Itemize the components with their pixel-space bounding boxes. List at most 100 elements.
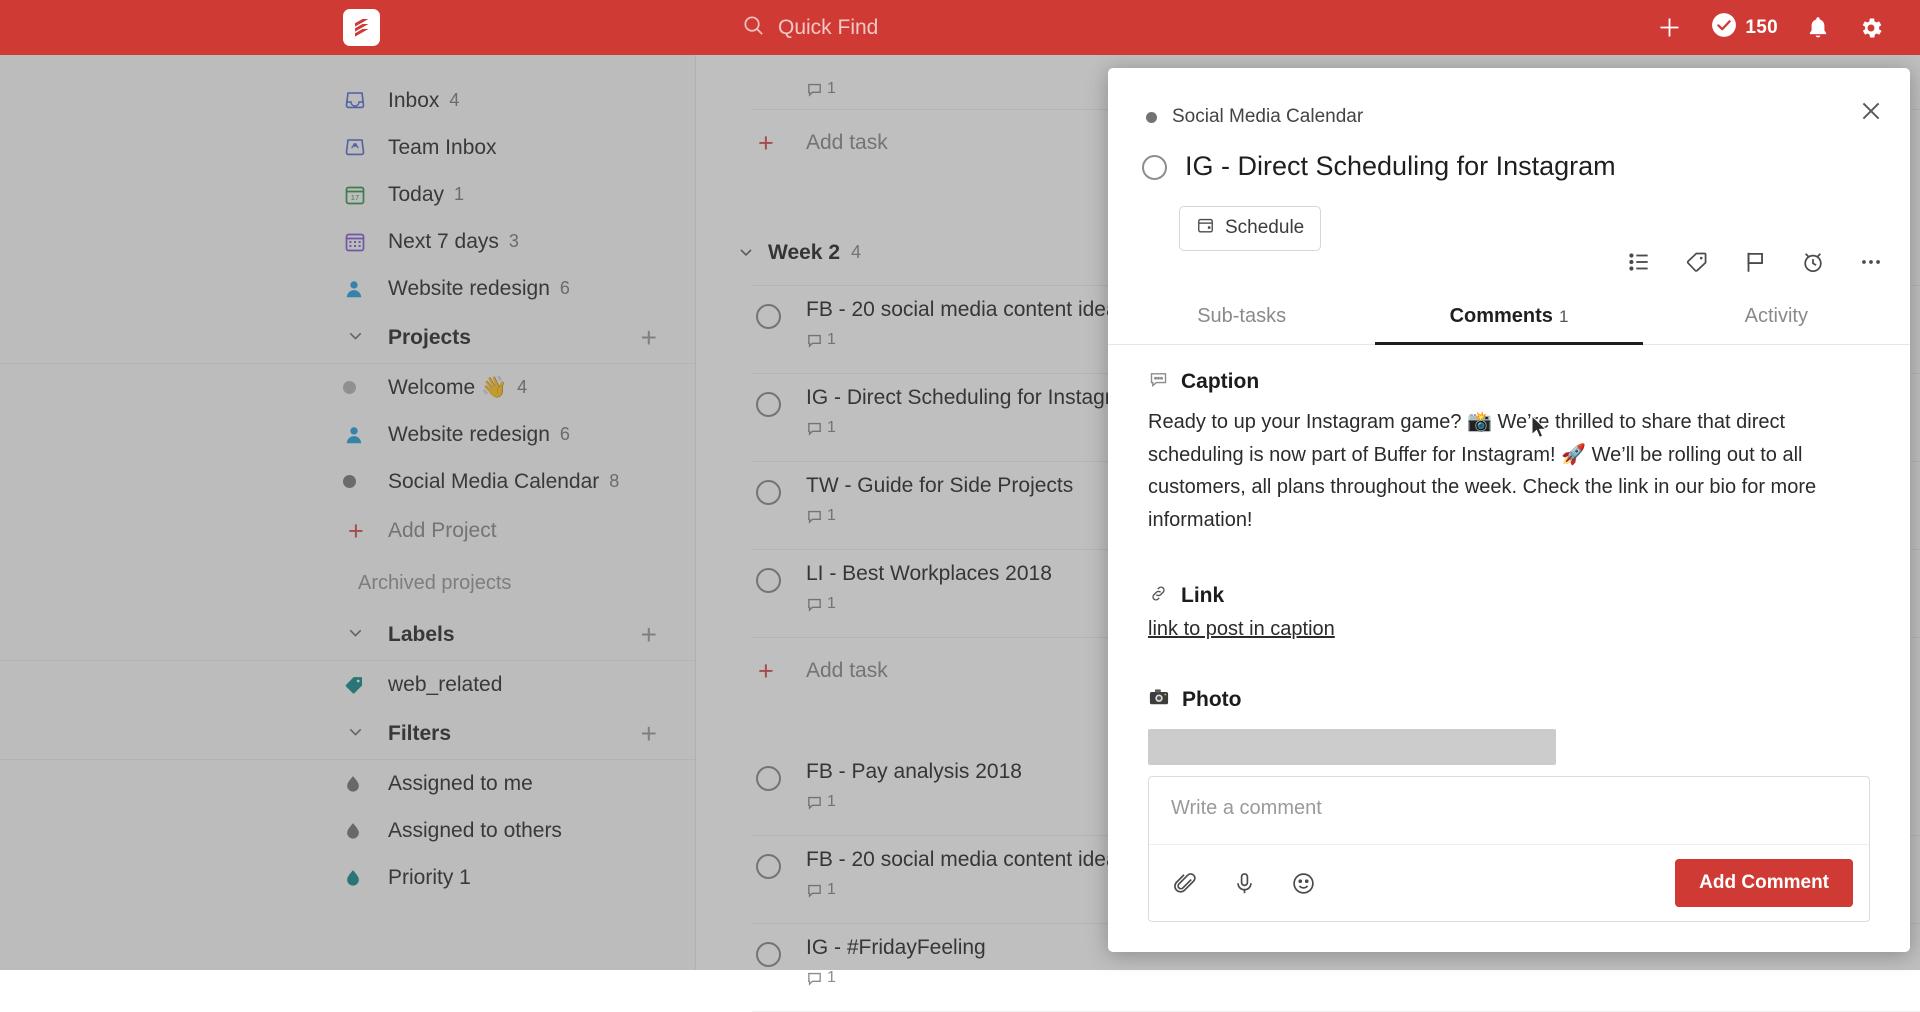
photo-heading: Photo xyxy=(1182,687,1242,711)
svg-text:17: 17 xyxy=(351,193,359,202)
emoji-smiley-icon[interactable] xyxy=(1291,871,1316,896)
caption-body: Ready to up your Instagram game? 📸 We’re… xyxy=(1148,410,1817,532)
link-heading: Link xyxy=(1181,584,1225,608)
dot-icon xyxy=(343,475,373,488)
sidebar-filter-assigned-to-me[interactable]: Assigned to me xyxy=(0,760,695,807)
task-checkbox[interactable] xyxy=(756,854,781,879)
sidebar-item-today[interactable]: 17 Today 1 xyxy=(0,171,695,218)
karma-count-label: 150 xyxy=(1745,16,1778,38)
sidebar-project-social-media-calendar[interactable]: Social Media Calendar 8 xyxy=(0,458,695,505)
todoist-logo[interactable] xyxy=(343,9,380,46)
comment-count: 1 xyxy=(827,969,836,986)
add-task-label: Add task xyxy=(806,659,888,682)
sidebar-label: Next 7 days xyxy=(388,229,499,253)
project-count: 8 xyxy=(609,471,620,491)
project-label: Social Media Calendar xyxy=(388,469,600,493)
chevron-down-icon[interactable] xyxy=(345,721,366,747)
comment-count: 1 xyxy=(827,881,836,898)
calendar-today-icon: 17 xyxy=(343,183,373,207)
inbox-icon xyxy=(343,89,373,113)
settings-button[interactable] xyxy=(1858,15,1884,41)
speech-bubble-icon xyxy=(1148,369,1169,396)
sub-tasks-icon[interactable] xyxy=(1626,249,1652,275)
add-filter-plus-icon[interactable]: + xyxy=(641,719,657,748)
tab-sub-tasks[interactable]: Sub-tasks xyxy=(1108,293,1375,344)
notifications-button[interactable] xyxy=(1806,15,1830,41)
sidebar-project-welcome[interactable]: Welcome 👋 4 xyxy=(0,364,695,411)
modal-tabs: Sub-tasks Comments 1 Activity xyxy=(1108,293,1910,345)
sidebar-label: Website redesign xyxy=(388,276,550,300)
schedule-label: Schedule xyxy=(1225,217,1305,239)
task-checkbox[interactable] xyxy=(756,480,781,505)
sidebar-filter-priority-1[interactable]: Priority 1 xyxy=(0,854,695,901)
project-count: 4 xyxy=(517,377,528,397)
more-options-icon[interactable] xyxy=(1858,249,1884,275)
sidebar-count: 3 xyxy=(508,231,519,251)
archived-projects-link[interactable]: Archived projects xyxy=(0,557,695,609)
quick-find[interactable]: Quick Find xyxy=(742,0,878,55)
add-project-button[interactable]: + Add Project xyxy=(0,505,695,557)
task-checkbox[interactable] xyxy=(1142,155,1167,180)
dot-icon xyxy=(343,381,373,394)
comment-input[interactable]: Write a comment xyxy=(1149,777,1869,845)
sidebar-section-projects[interactable]: Projects + xyxy=(0,312,695,364)
tag-icon xyxy=(343,674,373,696)
add-label-plus-icon[interactable]: + xyxy=(641,620,657,649)
close-icon[interactable] xyxy=(1858,98,1884,124)
add-task-label: Add task xyxy=(806,131,888,154)
microphone-icon[interactable] xyxy=(1232,871,1257,896)
task-checkbox[interactable] xyxy=(756,568,781,593)
project-label: Welcome 👋 xyxy=(388,375,508,399)
chevron-down-icon[interactable] xyxy=(736,242,756,267)
task-checkbox[interactable] xyxy=(756,942,781,967)
sidebar-section-labels[interactable]: Labels + xyxy=(0,609,695,661)
sidebar-item-team-inbox[interactable]: Team Inbox xyxy=(0,124,695,171)
task-checkbox[interactable] xyxy=(756,304,781,329)
sidebar-filter-assigned-to-others[interactable]: Assigned to others xyxy=(0,807,695,854)
comment-count: 1 xyxy=(827,595,836,612)
comment-count: 1 xyxy=(827,419,836,436)
photo-attachment-placeholder[interactable] xyxy=(1148,728,1556,765)
plus-icon: + xyxy=(758,127,774,158)
chevron-down-icon[interactable] xyxy=(345,325,366,351)
photo-heading-row: Photo xyxy=(1148,687,1870,713)
section-title: Filters xyxy=(388,721,452,745)
karma-counter[interactable]: 150 xyxy=(1711,12,1778,43)
modal-project-name: Social Media Calendar xyxy=(1172,106,1364,127)
quick-find-placeholder: Quick Find xyxy=(778,15,879,39)
sidebar-item-inbox[interactable]: Inbox 4 xyxy=(0,77,695,124)
comment-count: 1 xyxy=(827,793,836,810)
label-tag-icon[interactable] xyxy=(1684,249,1710,275)
sidebar-project-website-redesign[interactable]: Website redesign 6 xyxy=(0,411,695,458)
tab-activity[interactable]: Activity xyxy=(1643,293,1910,344)
modal-project-breadcrumb[interactable]: Social Media Calendar xyxy=(1108,68,1910,128)
reminder-alarm-icon[interactable] xyxy=(1800,249,1826,275)
caption-heading: Caption xyxy=(1181,370,1260,394)
top-bar-actions: 150 xyxy=(1656,0,1884,55)
task-checkbox[interactable] xyxy=(756,392,781,417)
task-checkbox[interactable] xyxy=(756,766,781,791)
modal-title-row: IG - Direct Scheduling for Instagram xyxy=(1108,128,1910,184)
calendar-week-icon xyxy=(343,230,373,254)
sidebar-item-website-redesign-shared[interactable]: Website redesign 6 xyxy=(0,265,695,312)
priority-flag-icon[interactable] xyxy=(1742,249,1768,275)
composer-actions: Add Comment xyxy=(1149,845,1869,921)
sidebar-item-next-7-days[interactable]: Next 7 days 3 xyxy=(0,218,695,265)
comment-count: 1 xyxy=(827,80,836,97)
caption-post-link[interactable]: link to post in caption xyxy=(1148,618,1335,641)
comment-icon xyxy=(808,510,821,524)
task-detail-modal: Social Media Calendar IG - Direct Schedu… xyxy=(1108,68,1910,952)
sidebar-section-filters[interactable]: Filters + xyxy=(0,708,695,760)
plus-icon: + xyxy=(758,655,774,686)
sidebar-count: 1 xyxy=(454,184,465,204)
label-label: web_related xyxy=(388,672,503,696)
add-project-plus-icon[interactable]: + xyxy=(641,323,657,352)
add-task-button[interactable] xyxy=(1656,14,1683,41)
link-heading-row: Link xyxy=(1148,583,1870,610)
sidebar-label-web-related[interactable]: web_related xyxy=(0,661,695,708)
add-comment-button[interactable]: Add Comment xyxy=(1675,859,1853,907)
paperclip-icon[interactable] xyxy=(1173,871,1198,896)
tab-comments[interactable]: Comments 1 xyxy=(1375,293,1643,345)
filter-label: Priority 1 xyxy=(388,865,471,889)
chevron-down-icon[interactable] xyxy=(345,622,366,648)
